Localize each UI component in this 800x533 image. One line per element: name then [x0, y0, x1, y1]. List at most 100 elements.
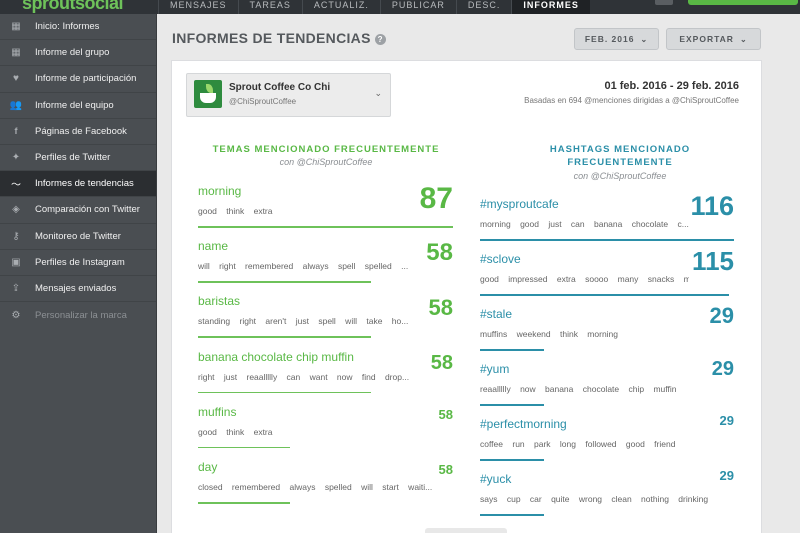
topic-row[interactable]: morning good think extra 87 [198, 182, 453, 236]
help-icon[interactable]: ? [374, 34, 386, 45]
topic-term[interactable]: muffins [198, 405, 236, 419]
sidebar-item-twitter[interactable]: ✦ Perfiles de Twitter [0, 145, 156, 172]
frequency-bar [198, 391, 372, 394]
topic-row[interactable]: muffins good think extra 58 [198, 405, 453, 457]
profile-handle: @ChiSproutCoffee [229, 97, 297, 106]
tab-informes[interactable]: INFORMES [511, 0, 590, 14]
topic-term[interactable]: morning [198, 184, 241, 198]
tab-mensajes[interactable]: MENSAJES [158, 0, 238, 14]
sidebar: ▦ Inicio: Informes ▦ Informe del grupo ♥… [0, 14, 157, 533]
mention-count: 58 [428, 295, 453, 321]
frequency-bar [480, 294, 729, 296]
frequency-bar [198, 446, 290, 449]
sidebar-item-label: Personalizar la marca [35, 309, 127, 321]
hashtag-term[interactable]: #yum [480, 362, 509, 376]
sidebar-item-instagram[interactable]: ▣ Perfiles de Instagram [0, 250, 156, 276]
chevron-down-icon: ⌄ [640, 34, 649, 44]
related-words: muffins weekend think morning [480, 329, 619, 339]
sidebar-item-grupo[interactable]: ▦ Informe del grupo [0, 40, 156, 67]
heart-icon: ♥ [13, 73, 19, 85]
topics-title: TEMAS MENCIONADO FRECUENTEMENTE [212, 144, 440, 155]
topic-term[interactable]: day [198, 460, 217, 474]
sidebar-item-label: Informe de participación [35, 73, 137, 85]
topic-term[interactable]: name [198, 239, 228, 253]
sidebar-item-tendencias[interactable]: 〜 Informes de tendencias [0, 171, 156, 198]
mention-count: 58 [438, 406, 453, 422]
mention-count: 115 [692, 246, 734, 276]
page-title: INFORMES DE TENDENCIAS? [172, 30, 386, 46]
topic-row[interactable]: baristas standing right aren't just spell… [198, 294, 453, 346]
page-title-text: INFORMES DE TENDENCIAS [172, 30, 371, 46]
export-button[interactable]: EXPORTAR ⌄ [666, 28, 761, 50]
frequency-bar [198, 502, 290, 504]
sidebar-item-participacion[interactable]: ♥ Informe de participación [0, 66, 156, 93]
mention-count: 58 [438, 462, 453, 477]
hashtag-row[interactable]: #sclove good impressed extra soooo many s… [480, 246, 734, 304]
hashtags-subtitle: con @ChiSproutCoffee [573, 171, 667, 181]
trends-panel: Sprout Coffee Co Chi @ChiSproutCoffee ⌄ … [171, 60, 762, 533]
sidebar-item-label: Perfiles de Instagram [35, 256, 125, 268]
hashtag-row[interactable]: #perfectmorning coffee run park long foll… [480, 413, 734, 469]
mention-count: 29 [719, 413, 734, 428]
sidebar-item-label: Perfiles de Twitter [35, 152, 111, 164]
sidebar-item-enviados[interactable]: ⇪ Mensajes enviados [0, 276, 156, 303]
sidebar-item-label: Informes de tendencias [35, 178, 134, 190]
topic-term[interactable]: baristas [198, 294, 240, 308]
related-words: right just reaallllly can want now find … [198, 371, 410, 382]
frequency-bar [198, 336, 372, 338]
topic-row[interactable]: name will right remembered always spell s… [198, 239, 453, 291]
load-more-handle[interactable] [425, 528, 507, 533]
notification-button[interactable] [655, 0, 673, 5]
tab-tareas[interactable]: TAREAS [237, 0, 302, 14]
key-icon: ⚷ [12, 230, 20, 242]
compose-button[interactable] [688, 0, 798, 5]
hashtag-row[interactable]: #yuck says cup car quite wrong clean noth… [480, 468, 734, 524]
sidebar-item-monitoreo[interactable]: ⚷ Monitoreo de Twitter [0, 224, 156, 250]
team-icon: 👥 [9, 99, 23, 111]
hashtag-row[interactable]: #yum reaallllly now banana chocolate chip… [480, 358, 734, 414]
hashtag-term[interactable]: #mysproutcafe [480, 197, 559, 211]
mention-count: 58 [430, 351, 453, 374]
mention-count: 116 [690, 191, 734, 221]
grid-icon: ▦ [11, 21, 21, 33]
tab-publicar[interactable]: PUBLICAR [379, 0, 456, 14]
related-words: coffee run park long followed good frien… [480, 439, 676, 449]
topic-row[interactable]: day closed remembered always spelled will… [198, 460, 453, 512]
sidebar-item-label: Páginas de Facebook [35, 125, 127, 137]
hashtag-term[interactable]: #sclove [480, 252, 521, 266]
month-label: FEB. 2016 [584, 34, 635, 44]
sprout-logo[interactable]: sproutsocial [22, 0, 124, 14]
hashtag-term[interactable]: #perfectmorning [480, 417, 567, 431]
frequency-bar [480, 459, 544, 461]
instagram-icon: ▣ [11, 256, 21, 268]
profile-avatar [194, 80, 222, 108]
related-words: closed remembered always spelled will st… [198, 482, 433, 492]
mention-count: 58 [426, 239, 453, 267]
sidebar-item-label: Informe del equipo [35, 99, 114, 111]
profile-name: Sprout Coffee Co Chi [229, 82, 331, 93]
twitter-icon: ✦ [11, 152, 21, 164]
month-select-button[interactable]: FEB. 2016 ⌄ [574, 28, 659, 50]
facebook-icon: f [14, 126, 18, 137]
sidebar-item-facebook[interactable]: f Páginas de Facebook [0, 119, 156, 145]
sidebar-item-label: Informe del grupo [35, 47, 110, 59]
tab-actualiz[interactable]: ACTUALIZ. [301, 0, 380, 14]
frequency-bar [198, 281, 372, 283]
related-words: good think extra [198, 206, 273, 216]
sidebar-item-equipo[interactable]: 👥 Informe del equipo [0, 93, 156, 119]
topic-term[interactable]: banana chocolate chip muffin [198, 350, 354, 364]
tab-desc[interactable]: DESC. [455, 0, 512, 14]
mention-count: 29 [709, 303, 734, 328]
hashtag-term[interactable]: #stale [480, 307, 512, 321]
sidebar-item-inicio[interactable]: ▦ Inicio: Informes [0, 14, 156, 41]
profile-selector[interactable]: Sprout Coffee Co Chi @ChiSproutCoffee ⌄ [186, 73, 391, 117]
date-range: 01 feb. 2016 - 29 feb. 2016 [604, 80, 739, 92]
hashtag-row[interactable]: #stale muffins weekend think morning 29 [480, 303, 734, 359]
export-label: EXPORTAR [679, 34, 734, 44]
hashtag-row[interactable]: #mysproutcafe morning good just can banan… [480, 191, 734, 249]
sidebar-item-comparacion[interactable]: ◈ Comparación con Twitter [0, 197, 156, 224]
chevron-down-icon: ⌄ [374, 88, 382, 98]
hashtag-term[interactable]: #yuck [480, 472, 511, 486]
trends-icon: 〜 [11, 180, 21, 192]
topic-row[interactable]: banana chocolate chip muffin right just r… [198, 350, 453, 402]
